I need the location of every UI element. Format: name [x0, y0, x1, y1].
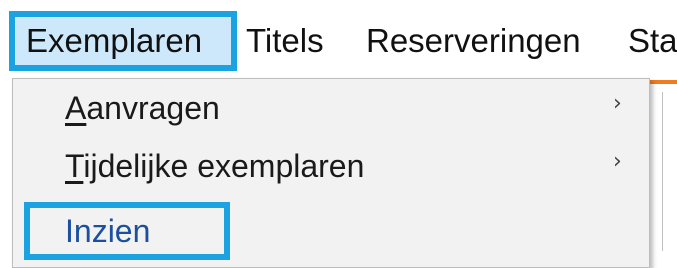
mnemonic-letter: T — [65, 148, 84, 184]
menu-item-label: Aanvragen — [65, 79, 220, 137]
menu-reserveringen[interactable]: Reserveringen — [366, 14, 581, 68]
menu-bar: Exemplaren Titels Reserveringen Sta — [0, 0, 677, 80]
chevron-right-icon: › — [613, 149, 622, 174]
label-rest: ijdelijke exemplaren — [83, 148, 365, 184]
orange-accent-bar — [650, 80, 677, 84]
menu-exemplaren[interactable]: Exemplaren — [9, 11, 237, 71]
menu-item-inzien[interactable]: Inzien — [13, 202, 649, 261]
background-window-edge — [650, 80, 677, 251]
menu-sta-truncated[interactable]: Sta — [628, 14, 677, 68]
background-panel — [662, 92, 677, 251]
chevron-right-icon: › — [613, 91, 622, 116]
label-rest: anvragen — [86, 90, 220, 126]
menu-item-label: Tijdelijke exemplaren — [65, 137, 364, 195]
menu-titels[interactable]: Titels — [246, 14, 324, 68]
menu-item-tijdelijke-exemplaren[interactable]: Tijdelijke exemplaren › — [13, 137, 649, 195]
menu-item-aanvragen[interactable]: Aanvragen › — [13, 79, 649, 137]
mnemonic-letter: A — [65, 90, 87, 126]
menu-item-label: Inzien — [24, 202, 230, 260]
exemplaren-dropdown-menu: Aanvragen › Tijdelijke exemplaren › Inzi… — [12, 78, 650, 268]
